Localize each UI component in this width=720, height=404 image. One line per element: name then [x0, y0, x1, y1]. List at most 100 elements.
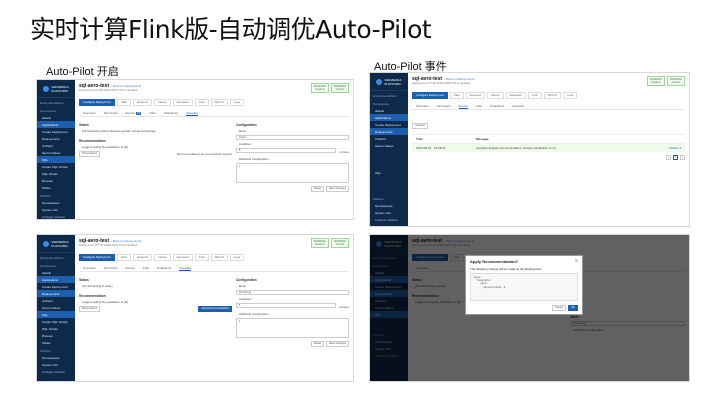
sidebar-item-browser[interactable]: Browser: [37, 177, 75, 184]
reset-button[interactable]: Reset: [311, 186, 324, 192]
tab-jobs[interactable]: Jobs: [143, 265, 149, 271]
collapse-sidebar-button[interactable]: Collapse Sidebar: [37, 213, 75, 219]
sidebar-item-tables[interactable]: Tables: [37, 184, 75, 191]
mode-select[interactable]: Active: [235, 135, 349, 140]
tab-autopilot[interactable]: Autopilot: [179, 265, 191, 271]
tab-autopilot[interactable]: Autopilot: [186, 110, 198, 116]
tab-job-graph[interactable]: Job Graph: [437, 103, 451, 109]
flink-ui-button[interactable]: Flink UI: [543, 92, 562, 99]
sidebar-item-sql-scripts[interactable]: SQL Scripts: [37, 170, 75, 177]
sidebar-item-system-info[interactable]: System Info: [370, 209, 408, 216]
sidebar-item-secret-values[interactable]: Secret Values: [37, 149, 75, 156]
collapse-sidebar-button[interactable]: Collapse Sidebar: [37, 368, 75, 375]
sidebar-item-namespaces[interactable]: Namespaces: [37, 199, 75, 206]
sidebar-item-create-deployment[interactable]: Create Deployment: [37, 283, 75, 290]
configure-deployment-button[interactable]: Configure Deployment: [412, 92, 448, 99]
sidebar-item-sql[interactable]: SQL: [370, 169, 408, 176]
cooldown-input[interactable]: 5: [235, 148, 337, 153]
tab-snapshots[interactable]: Snapshots: [490, 103, 504, 109]
sidebar-item-create-deployment[interactable]: Create Deployment: [37, 128, 75, 135]
tab-snapshots[interactable]: Snapshots: [157, 265, 171, 271]
save-changes-button[interactable]: Save Changes: [325, 341, 349, 347]
configure-deployment-button[interactable]: Configure Deployment: [79, 99, 115, 106]
namespace-select[interactable]: default: [370, 107, 408, 114]
savepoint-button[interactable]: Savepoint: [172, 254, 193, 261]
tab-overview[interactable]: Overview: [83, 265, 96, 271]
start-button[interactable]: Start: [449, 92, 464, 99]
sidebar-item-artifacts[interactable]: Artifacts: [370, 135, 408, 142]
cooldown-input[interactable]: 5: [235, 303, 337, 308]
suspend-button[interactable]: Suspend: [465, 92, 485, 99]
page-number[interactable]: 1: [673, 155, 678, 160]
collapse-sidebar-button[interactable]: Collapse Sidebar: [370, 216, 408, 223]
suspend-button[interactable]: Suspend: [132, 99, 152, 106]
tab-events[interactable]: Events 19: [126, 110, 142, 116]
cancel-button[interactable]: Cancel: [153, 254, 171, 261]
logs-button[interactable]: Logs: [230, 99, 245, 106]
close-icon[interactable]: ✕: [575, 258, 578, 263]
logs-button[interactable]: Logs: [230, 254, 245, 261]
sidebar-item-namespaces[interactable]: Namespaces: [37, 354, 75, 361]
show-events-button[interactable]: Show Events: [79, 151, 101, 157]
flink-ui-button[interactable]: Flink UI: [210, 99, 229, 106]
start-button[interactable]: Start: [116, 254, 131, 261]
tab-snapshots[interactable]: Snapshots: [164, 110, 178, 116]
savepoint-button[interactable]: Savepoint: [505, 92, 526, 99]
sidebar-item-create-deployment[interactable]: Create Deployment: [370, 121, 408, 128]
tab-job-graph[interactable]: Job Graph: [104, 265, 118, 271]
sidebar-item-system-info[interactable]: System Info: [37, 206, 75, 213]
sidebar-item-secret-values[interactable]: Secret Values: [37, 304, 75, 311]
reset-button[interactable]: Reset: [311, 341, 324, 347]
sidebar-item-deployments[interactable]: Deployments: [37, 290, 75, 297]
fork-button[interactable]: Fork: [194, 254, 209, 261]
save-changes-button[interactable]: Save Changes: [325, 186, 349, 192]
sidebar-item-sql-scripts[interactable]: SQL Scripts: [37, 325, 75, 332]
dialog-cancel-button[interactable]: Cancel: [552, 305, 567, 311]
sidebar-item-tables[interactable]: Tables: [37, 339, 75, 346]
tab-overview[interactable]: Overview: [83, 110, 96, 116]
tab-autopilot[interactable]: Autopilot: [512, 103, 524, 109]
namespace-select[interactable]: default: [37, 114, 75, 121]
tab-overview[interactable]: Overview: [416, 103, 429, 109]
row-actions-menu[interactable]: Actions ▾: [669, 146, 681, 150]
sidebar-item-namespaces[interactable]: Namespaces: [370, 202, 408, 209]
show-events-button[interactable]: Show Events: [79, 306, 101, 312]
tab-events[interactable]: Events: [458, 103, 468, 109]
sidebar-item-artifacts[interactable]: Artifacts: [37, 142, 75, 149]
savepoint-button[interactable]: Savepoint: [172, 99, 193, 106]
tab-job-graph[interactable]: Job Graph: [104, 110, 118, 116]
sidebar-item-secret-values[interactable]: Secret Values: [370, 142, 408, 149]
sidebar-item-browser[interactable]: Browser: [37, 332, 75, 339]
sidebar-item-artifacts[interactable]: Artifacts: [37, 297, 75, 304]
tab-jobs[interactable]: Jobs: [149, 110, 155, 116]
sidebar-item-applications[interactable]: Applications: [370, 114, 408, 121]
fork-button[interactable]: Fork: [194, 99, 209, 106]
apply-recommendation-button[interactable]: Apply Recommendation: [198, 306, 232, 312]
sidebar-item-create-sql-scripts[interactable]: Create SQL Scripts: [37, 163, 75, 170]
mode-select[interactable]: Monitoring: [235, 290, 349, 295]
configure-deployment-button[interactable]: Configure Deployment: [79, 254, 115, 261]
tab-jobs[interactable]: Jobs: [476, 103, 482, 109]
dialog-ok-button[interactable]: OK: [568, 305, 578, 311]
event-filter-select[interactable]: Autopilot: [412, 123, 429, 129]
sidebar-item-applications[interactable]: Applications: [37, 276, 75, 283]
additional-config-editor[interactable]: 1: [235, 318, 349, 338]
fork-button[interactable]: Fork: [527, 92, 542, 99]
namespace-select[interactable]: default: [37, 269, 75, 276]
sidebar-item-sql[interactable]: SQL: [37, 156, 75, 163]
sidebar-item-applications[interactable]: Applications: [37, 121, 75, 128]
logs-button[interactable]: Logs: [563, 92, 578, 99]
cancel-button[interactable]: Cancel: [486, 92, 504, 99]
suspend-button[interactable]: Suspend: [132, 254, 152, 261]
sidebar-item-system-info[interactable]: System Info: [37, 361, 75, 368]
sidebar-item-create-sql-scripts[interactable]: Create SQL Scripts: [37, 318, 75, 325]
start-button[interactable]: Start: [116, 99, 131, 106]
sidebar-item-deployments[interactable]: Deployments: [37, 135, 75, 142]
cancel-button[interactable]: Cancel: [153, 99, 171, 106]
sidebar-item-sql[interactable]: SQL: [37, 311, 75, 318]
tab-events[interactable]: Events: [126, 265, 135, 271]
prev-page-button[interactable]: ‹: [666, 155, 671, 160]
next-page-button[interactable]: ›: [680, 155, 685, 160]
additional-config-editor[interactable]: 1: [235, 163, 349, 183]
sidebar-item-deployments[interactable]: Deployments: [370, 128, 408, 135]
